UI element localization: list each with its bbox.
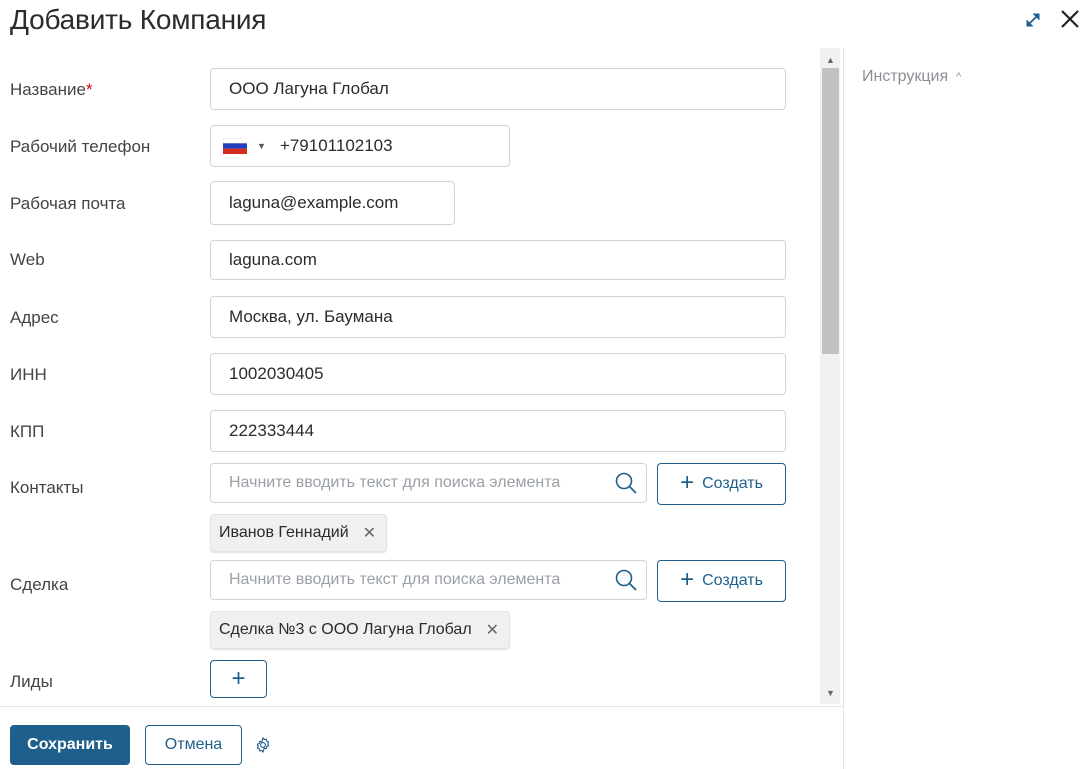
deal-chip-label: Сделка №3 с ООО Лагуна Глобал xyxy=(219,621,472,638)
name-input[interactable]: ООО Лагуна Глобал xyxy=(210,68,786,110)
web-value: laguna.com xyxy=(229,250,317,269)
plus-icon: + xyxy=(680,566,695,593)
phone-input[interactable]: ▼ +79101102103 xyxy=(210,125,510,167)
inn-input[interactable]: 1002030405 xyxy=(210,353,786,395)
web-label: Web xyxy=(10,250,45,269)
deal-create-label: Создать xyxy=(702,572,763,589)
kpp-label: КПП xyxy=(10,422,45,441)
plus-icon: + xyxy=(680,469,695,496)
inn-value: 1002030405 xyxy=(229,364,324,383)
scroll-down-icon[interactable]: ▼ xyxy=(826,688,835,698)
contacts-search-input[interactable]: Начните вводить текст для поиска элемент… xyxy=(210,463,647,503)
ru-flag-icon[interactable] xyxy=(223,138,247,154)
instruction-label: Инструкция xyxy=(862,68,949,85)
kpp-input[interactable]: 222333444 xyxy=(210,410,786,452)
contacts-create-label: Создать xyxy=(702,475,763,492)
contact-chip: Иванов Геннадий ✕ xyxy=(210,514,388,552)
web-input[interactable]: laguna.com xyxy=(210,240,786,280)
add-lead-button[interactable]: + xyxy=(210,660,267,698)
dialog-title: Добавить Компания xyxy=(10,4,267,35)
scroll-up-icon[interactable]: ▲ xyxy=(826,55,835,65)
email-input[interactable]: laguna@example.com xyxy=(210,181,455,225)
email-value: laguna@example.com xyxy=(229,193,399,212)
name-label-text: Название xyxy=(10,80,86,99)
panel-divider xyxy=(843,48,844,769)
contacts-label: Контакты xyxy=(10,478,84,497)
deal-chip: Сделка №3 с ООО Лагуна Глобал ✕ xyxy=(210,611,511,649)
search-icon[interactable] xyxy=(614,568,638,592)
email-label: Рабочая почта xyxy=(10,194,126,213)
name-label: Название* xyxy=(10,80,93,100)
leads-label: Лиды xyxy=(10,672,53,691)
deal-placeholder: Начните вводить текст для поиска элемент… xyxy=(229,571,561,588)
form-area: Название* ООО Лагуна Глобал Рабочий теле… xyxy=(0,48,843,706)
contact-chip-label: Иванов Геннадий xyxy=(219,524,349,541)
remove-chip-icon[interactable]: ✕ xyxy=(363,523,376,543)
close-icon[interactable] xyxy=(1058,7,1082,31)
phone-value: +79101102103 xyxy=(279,136,393,155)
footer-divider xyxy=(0,706,843,707)
deal-label: Сделка xyxy=(10,575,69,594)
name-value: ООО Лагуна Глобал xyxy=(229,79,389,98)
chevron-up-icon: ^ xyxy=(956,71,962,83)
country-caret-icon[interactable]: ▼ xyxy=(257,141,266,151)
address-input[interactable]: Москва, ул. Баумана xyxy=(210,296,786,338)
contacts-create-button[interactable]: + Создать xyxy=(657,463,786,505)
contacts-placeholder: Начните вводить текст для поиска элемент… xyxy=(229,474,561,491)
deal-search-input[interactable]: Начните вводить текст для поиска элемент… xyxy=(210,560,647,600)
expand-icon[interactable] xyxy=(1022,9,1044,31)
search-icon[interactable] xyxy=(614,471,638,495)
required-mark: * xyxy=(85,80,93,99)
instruction-toggle[interactable]: Инструкция ^ xyxy=(862,68,961,86)
cancel-button[interactable]: Отмена xyxy=(145,725,242,765)
scrollbar-thumb[interactable] xyxy=(822,68,839,354)
kpp-value: 222333444 xyxy=(229,421,315,440)
save-button[interactable]: Сохранить xyxy=(10,725,130,765)
address-label: Адрес xyxy=(10,308,59,327)
deal-create-button[interactable]: + Создать xyxy=(657,560,786,602)
inn-label: ИНН xyxy=(10,365,47,384)
address-value: Москва, ул. Баумана xyxy=(229,307,393,326)
remove-chip-icon[interactable]: ✕ xyxy=(486,620,499,640)
gear-icon[interactable] xyxy=(254,736,272,754)
phone-label: Рабочий телефон xyxy=(10,137,151,156)
